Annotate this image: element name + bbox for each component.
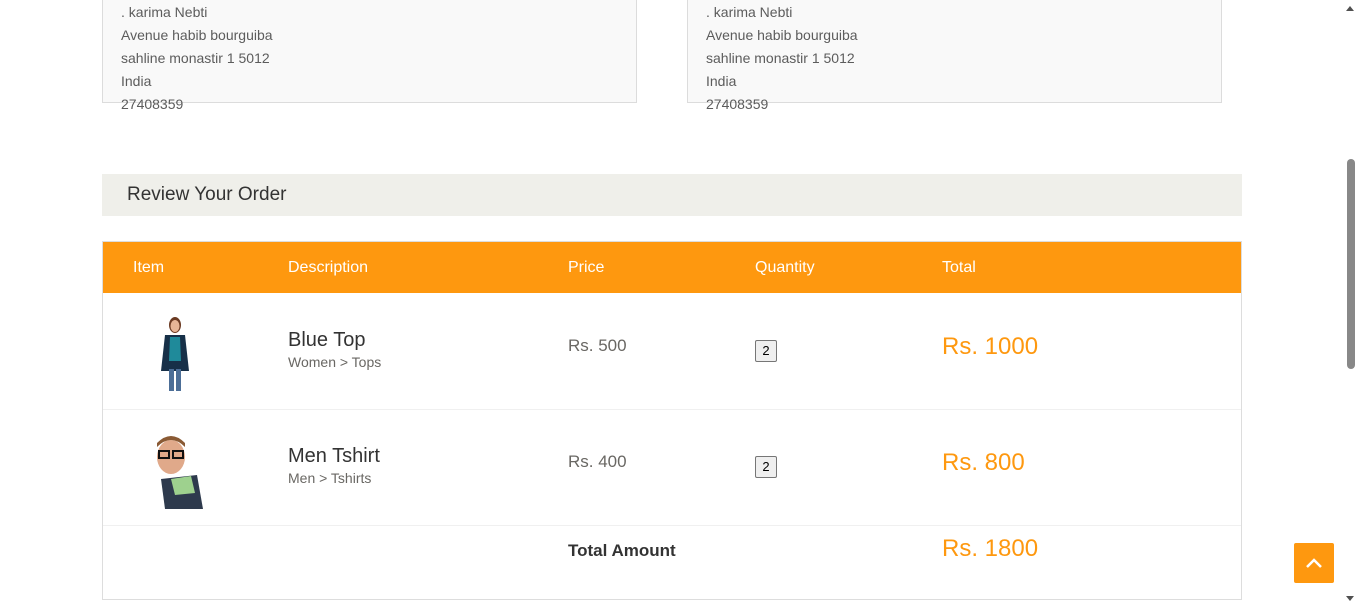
billing-country: India — [706, 73, 737, 89]
cart-table-header: Item Description Price Quantity Total — [103, 242, 1241, 293]
delivery-street: Avenue habib bourguiba — [121, 27, 273, 43]
delivery-city: sahline monastir 1 5012 — [121, 50, 270, 66]
man-product-image[interactable] — [135, 429, 215, 509]
total-amount-value: Rs. 1800 — [942, 535, 1039, 562]
total-amount-label: Total Amount — [568, 541, 676, 560]
column-description: Description — [288, 259, 369, 276]
billing-address-box: . karima Nebti Avenue habib bourguiba sa… — [687, 0, 1222, 112]
scroll-up-arrow[interactable] — [1346, 6, 1354, 11]
delivery-name: . karima Nebti — [121, 4, 208, 20]
column-quantity: Quantity — [755, 259, 815, 276]
cart-row: Blue Top Women > Tops Rs. 500 2 Rs. 1000 — [103, 293, 1241, 410]
delivery-phone: 27408359 — [121, 96, 184, 112]
billing-city: sahline monastir 1 5012 — [706, 50, 855, 66]
scroll-to-top-button[interactable] — [1294, 543, 1334, 583]
product-name[interactable]: Men Tshirt — [288, 445, 380, 468]
product-category: Men > Tshirts — [288, 470, 372, 486]
line-total: Rs. 1000 — [942, 333, 1039, 360]
review-order-heading: Review Your Order — [102, 174, 1242, 216]
delivery-address-box: . karima Nebti Avenue habib bourguiba sa… — [102, 0, 637, 112]
column-total: Total — [942, 259, 976, 276]
product-category: Women > Tops — [288, 354, 382, 370]
product-price: Rs. 500 — [568, 336, 627, 355]
delivery-country: India — [121, 73, 152, 89]
chevron-up-icon — [1306, 558, 1322, 568]
line-total: Rs. 800 — [942, 449, 1025, 476]
scrollbar-thumb[interactable] — [1347, 159, 1355, 369]
vertical-scrollbar[interactable] — [1343, 0, 1358, 607]
billing-name: . karima Nebti — [706, 4, 793, 20]
column-item: Item — [133, 259, 165, 276]
cart-table: Item Description Price Quantity Total Bl… — [102, 241, 1242, 600]
quantity-value[interactable]: 2 — [755, 340, 777, 362]
cart-row: Men Tshirt Men > Tshirts Rs. 400 2 Rs. 8… — [103, 409, 1241, 526]
column-price: Price — [568, 259, 605, 276]
woman-product-image[interactable] — [135, 313, 215, 393]
scroll-down-arrow[interactable] — [1346, 596, 1354, 601]
billing-street: Avenue habib bourguiba — [706, 27, 858, 43]
product-price: Rs. 400 — [568, 452, 627, 471]
product-name[interactable]: Blue Top — [288, 329, 365, 352]
quantity-value[interactable]: 2 — [755, 456, 777, 478]
billing-phone: 27408359 — [706, 96, 769, 112]
